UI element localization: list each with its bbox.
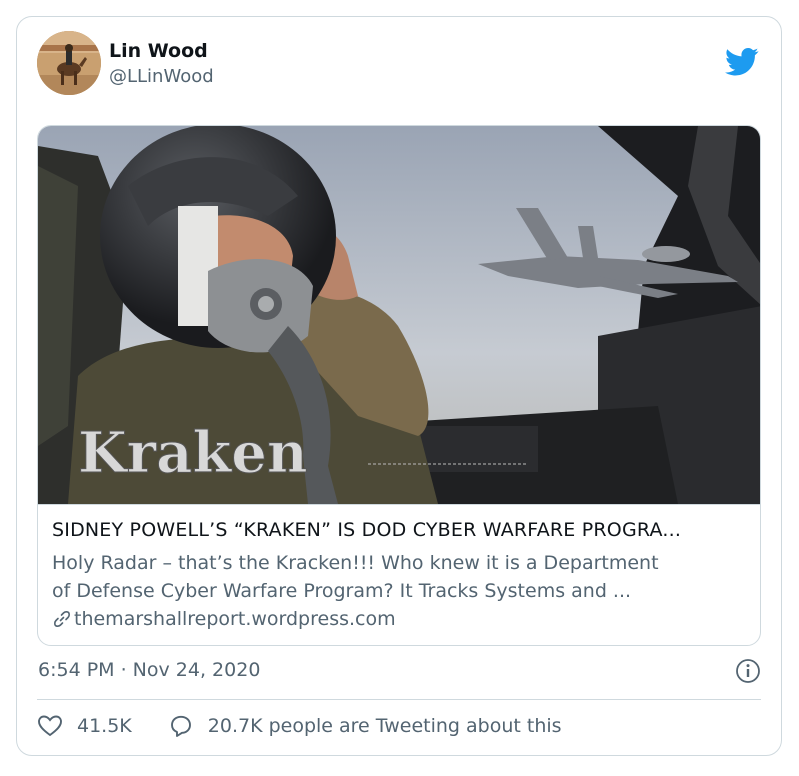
user-block[interactable]: Lin Wood @LLinWood [109,39,214,89]
tweet-card: Lin Wood @LLinWood Kraken SIDNEY POWELL’… [16,16,782,756]
tweet-timestamp[interactable]: 6:54 PM · Nov 24, 2020 [38,657,260,683]
kraken-overlay-text: Kraken [78,420,308,486]
link-preview-card[interactable]: Kraken SIDNEY POWELL’S “KRAKEN” IS DOD C… [37,125,761,646]
reply-button[interactable]: 20.7K people are Tweeting about this [168,714,562,738]
user-handle[interactable]: @LLinWood [109,65,214,89]
link-preview-image: Kraken [38,126,760,504]
tweet-actions: 41.5K 20.7K people are Tweeting about th… [37,711,562,741]
link-description-line1: Holy Radar – that’s the Kracken!!! Who k… [52,552,659,574]
link-icon [54,611,70,627]
divider [37,699,761,700]
display-name[interactable]: Lin Wood [109,39,214,63]
tweet-header: Lin Wood @LLinWood [37,31,763,99]
tweeting-about-text: 20.7K people are Tweeting about this [207,715,562,737]
link-title[interactable]: SIDNEY POWELL’S “KRAKEN” IS DOD CYBER WA… [52,517,748,543]
link-domain[interactable]: themarshallreport.wordpress.com [52,605,748,633]
avatar-image [37,31,101,95]
avatar[interactable] [37,31,101,95]
like-button[interactable]: 41.5K [37,714,132,738]
speech-bubble-icon [170,715,191,737]
info-icon[interactable] [735,658,761,684]
like-count: 41.5K [77,715,132,737]
twitter-bird-icon[interactable] [725,47,759,77]
link-domain-text[interactable]: themarshallreport.wordpress.com [74,605,396,633]
heart-icon [38,715,62,737]
link-description: Holy Radar – that’s the Kracken!!! Who k… [52,549,748,605]
link-text-block: SIDNEY POWELL’S “KRAKEN” IS DOD CYBER WA… [38,504,760,645]
link-description-line2: of Defense Cyber Warfare Program? It Tra… [52,580,632,602]
